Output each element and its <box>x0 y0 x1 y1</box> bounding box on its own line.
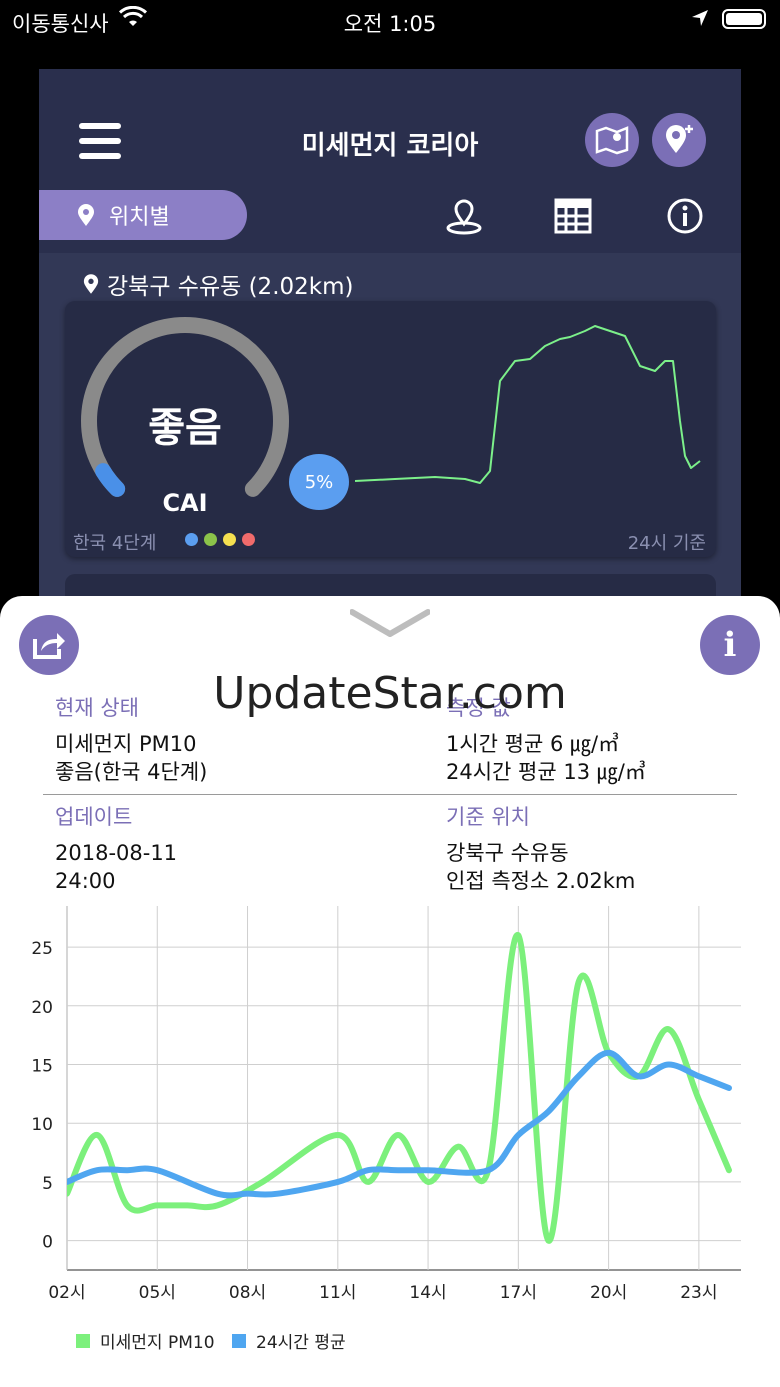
station-distance: 인접 측정소 2.02km <box>446 869 636 893</box>
update-time: 24:00 <box>55 869 116 893</box>
map-icon <box>595 126 629 155</box>
scale-dot <box>242 533 255 546</box>
scale-dots <box>185 533 261 546</box>
share-icon <box>33 633 65 659</box>
scale-dot <box>204 533 217 546</box>
location-label: 강북구 수유동 (2.02km) <box>83 267 353 301</box>
location-pin-icon <box>83 274 99 294</box>
update-label: 업데이트 <box>55 805 133 829</box>
basis-label: 24시 기준 <box>627 533 706 554</box>
update-date: 2018-08-11 <box>55 841 178 865</box>
x-tick-label: 11시 <box>319 1283 356 1303</box>
x-tick-label: 08시 <box>229 1283 266 1303</box>
trend-sparkline <box>355 325 701 484</box>
clock: 오전 1:05 <box>343 12 437 36</box>
series-avg24-line <box>67 1049 732 1199</box>
measured-value-line2: 24시간 평균 13 ㎍/㎥ <box>446 760 646 784</box>
percent-badge: 5% <box>289 454 349 510</box>
map-pin-radius-icon <box>446 199 482 235</box>
location-pin-icon <box>78 204 94 226</box>
tab-nearby[interactable] <box>444 196 484 236</box>
scale-dot <box>223 533 236 546</box>
current-status-line1: 미세먼지 PM10 <box>55 732 197 756</box>
map-button[interactable] <box>585 113 639 167</box>
update-block: 업데이트 2018-08-11 24:00 <box>55 803 177 895</box>
info-circle-icon <box>667 198 703 234</box>
measured-value-line1: 1시간 평균 6 ㎍/㎥ <box>446 732 620 756</box>
detail-sheet: i UpdateStar.com 현재 상태 미세먼지 PM10 좋음(한국 4… <box>0 596 780 1387</box>
legend-swatch-pm10 <box>76 1333 90 1348</box>
tab-info[interactable] <box>665 196 705 236</box>
grade-label: 좋음 <box>148 405 222 451</box>
y-tick-label: 0 <box>42 1233 53 1253</box>
y-tick-label: 5 <box>42 1174 53 1194</box>
location-text: 강북구 수유동 (2.02km) <box>107 274 354 300</box>
station-label: 기준 위치 <box>446 805 530 829</box>
legend-item-avg24: 24시간 평균 <box>232 1328 346 1353</box>
current-status-line2: 좋음(한국 4단계) <box>55 760 208 784</box>
legend-label-pm10: 미세먼지 PM10 <box>100 1333 215 1353</box>
tab-by-location-label: 위치별 <box>109 205 170 230</box>
share-button[interactable] <box>19 615 79 675</box>
info-icon: i <box>723 625 737 665</box>
y-tick-label: 15 <box>31 1057 53 1077</box>
pm10-line-chart: 0 5 10 15 20 25 02시 05시 08시 11시 14시 17시 20시 23시 <box>31 906 741 1303</box>
x-tick-label: 17시 <box>500 1283 537 1303</box>
legend-label-avg24: 24시간 평균 <box>256 1333 346 1353</box>
status-bar: 이동통신사 오전 1:05 <box>0 0 780 40</box>
battery-icon <box>722 9 766 29</box>
watermark: UpdateStar.com <box>213 668 567 719</box>
x-tick-label: 14시 <box>409 1283 446 1303</box>
x-tick-label: 05시 <box>139 1283 176 1303</box>
main-screen: 미세먼지 코리아 위치별 강북구 수유동 (2.02km) 좋음 CAI 5% … <box>39 69 741 634</box>
tab-table[interactable] <box>553 196 593 236</box>
legend-item-pm10: 미세먼지 PM10 <box>76 1328 215 1353</box>
station-name: 강북구 수유동 <box>446 841 569 865</box>
legend-swatch-avg24 <box>232 1333 246 1348</box>
add-location-pin-icon <box>666 125 693 153</box>
y-tick-label: 25 <box>31 939 53 959</box>
y-tick-label: 10 <box>31 1115 53 1135</box>
tab-bar: 위치별 <box>39 190 741 254</box>
table-grid-icon <box>554 198 592 234</box>
x-tick-label: 20시 <box>590 1283 627 1303</box>
add-location-button[interactable] <box>652 113 706 167</box>
location-arrow-icon <box>690 8 710 33</box>
divider <box>43 794 737 795</box>
gauge-fill <box>95 463 126 497</box>
tab-by-location[interactable]: 위치별 <box>39 190 247 240</box>
info-button[interactable]: i <box>700 615 760 675</box>
sparkline-path <box>355 325 701 484</box>
x-tick-label: 02시 <box>48 1283 85 1303</box>
x-tick-label: 23시 <box>680 1283 717 1303</box>
scale-label: 한국 4단계 <box>73 533 157 554</box>
index-name: CAI <box>162 489 208 517</box>
scale-dot <box>185 533 198 546</box>
series-pm10-line <box>67 932 732 1244</box>
air-quality-card[interactable]: 좋음 CAI 5% 한국 4단계 24시 기준 <box>65 301 716 557</box>
y-tick-label: 20 <box>31 998 53 1018</box>
station-block: 기준 위치 강북구 수유동 인접 측정소 2.02km <box>446 803 635 895</box>
chevron-down-icon[interactable] <box>349 608 431 642</box>
